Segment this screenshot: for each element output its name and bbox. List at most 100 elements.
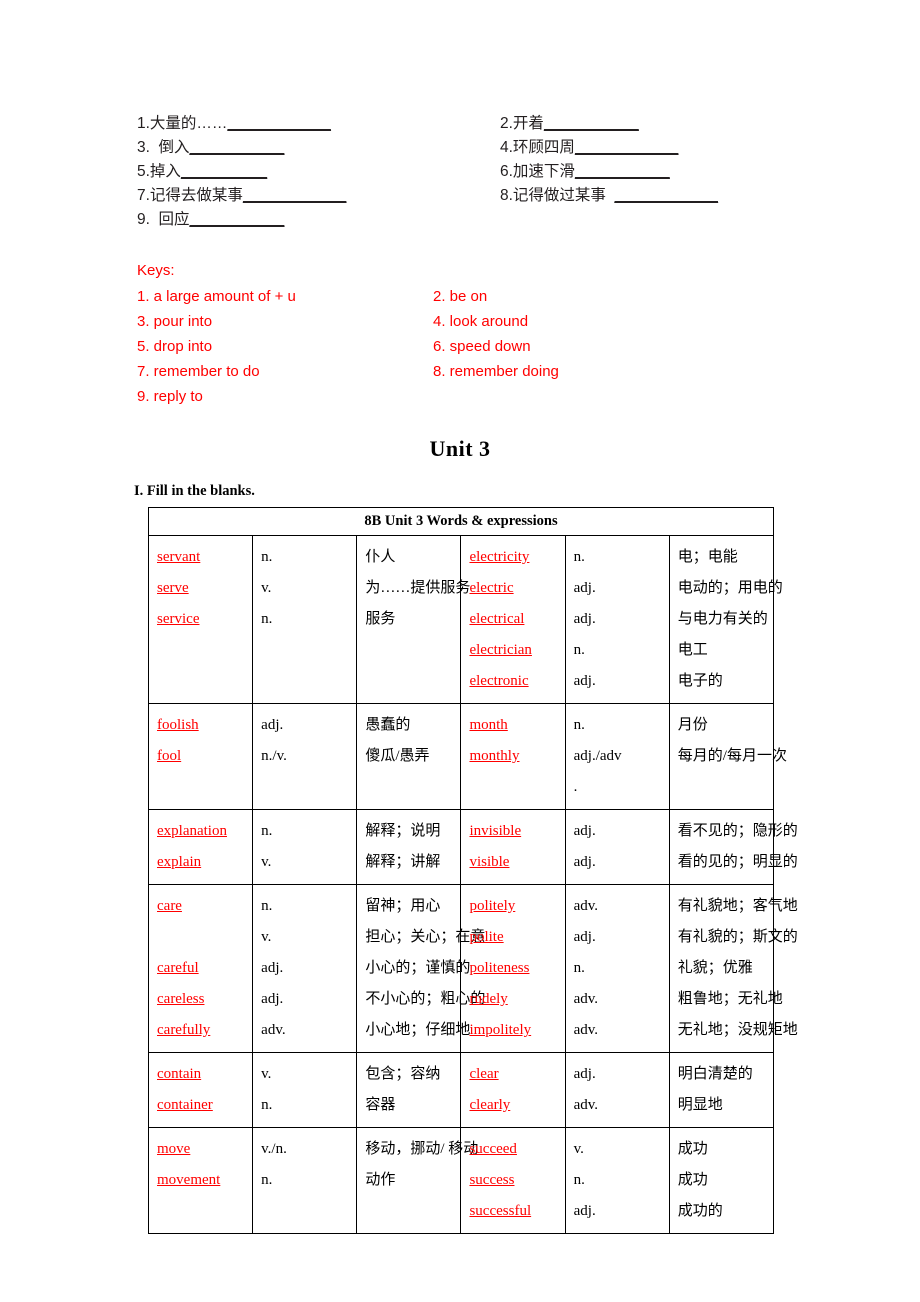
vocab-part-of-speech: v. — [261, 580, 272, 596]
exercise-item-left: 7.记得去做某事____________ — [137, 184, 500, 208]
vocab-part-of-speech: v./n. — [261, 1141, 287, 1157]
vocab-word[interactable]: electrician — [469, 642, 531, 658]
vocab-meaning: 有礼貌的；斯文的 — [677, 929, 798, 945]
vocab-meaning-cell: 电；电能 电动的；用电的 与电力有关的 电工 电子的 — [668, 535, 783, 704]
vocab-word-line: impolitely — [469, 1015, 564, 1046]
vocab-word[interactable]: electric — [469, 580, 513, 596]
vocab-word-line: care — [157, 891, 252, 922]
exercise-row: 1.大量的……____________ 2.开着___________ — [137, 112, 783, 136]
vocab-word[interactable]: electricity — [469, 549, 529, 565]
vocab-part-of-speech: adj. — [573, 611, 596, 627]
vocab-word[interactable]: explanation — [157, 823, 227, 839]
vocab-word[interactable]: movement — [157, 1172, 220, 1188]
vocab-part-of-speech: n. — [261, 611, 273, 627]
exercise-item-left: 1.大量的……____________ — [137, 112, 500, 136]
vocab-word[interactable]: impolitely — [469, 1022, 531, 1038]
vocab-meaning: 包含；容纳 — [365, 1066, 441, 1082]
vocab-pos-cell: adj. adj. — [564, 809, 670, 885]
answer-blank[interactable]: ____________ — [575, 139, 678, 156]
answer-blank[interactable]: __________ — [181, 163, 267, 180]
vocab-word-line: electricity — [469, 542, 564, 573]
vocab-meaning-cell: 有礼貌地；客气地 有礼貌的；斯文的 礼貌；优雅 粗鲁地；无礼地 无礼地；没规矩地 — [668, 884, 798, 1053]
table-row: explanation explain n. v. 解释；说明 解释；讲解 invisibl… — [147, 809, 798, 885]
keys-row: 7. remember to do 8. remember doing — [137, 359, 783, 384]
table-row: contain container v. n. 包含；容纳 容器 clear clearly a… — [147, 1052, 775, 1128]
vocab-word[interactable]: clear — [469, 1066, 498, 1082]
vocab-word[interactable]: service — [157, 611, 199, 627]
vocab-word[interactable]: visible — [469, 854, 509, 870]
vocab-meaning: 礼貌；优雅 — [677, 960, 753, 976]
vocab-word[interactable]: successful — [469, 1203, 531, 1219]
vocab-word-line: month — [469, 710, 564, 741]
vocab-word[interactable]: polite — [469, 929, 503, 945]
vocab-word[interactable]: fool — [157, 748, 181, 764]
vocab-word-line: clear — [469, 1059, 564, 1090]
exercise-row: 7.记得去做某事____________ 8.记得做过某事 ___________… — [137, 184, 783, 208]
vocab-word[interactable]: servant — [157, 549, 200, 565]
answer-blank[interactable]: ____________ — [227, 115, 330, 132]
vocab-part-of-speech: v. — [261, 929, 272, 945]
vocab-word[interactable]: electronic — [469, 673, 528, 689]
answer-blank[interactable]: ___________ — [190, 139, 285, 156]
vocab-word[interactable]: monthly — [469, 748, 519, 764]
table-row: foolish fool adj. n./v. 愚蠢的 傻瓜/愚弄 month monthly… — [147, 703, 787, 810]
exercise-prompt: 4.环顾四周 — [500, 139, 575, 156]
vocab-word-cell: succeed success successful — [460, 1127, 566, 1234]
vocab-word[interactable]: careful — [157, 960, 199, 976]
vocab-meaning: 为……提供服务 — [365, 580, 471, 596]
vocab-part-of-speech: n. — [573, 960, 585, 976]
exercise-item-right: 4.环顾四周____________ — [500, 136, 783, 160]
vocab-word[interactable]: move — [157, 1141, 190, 1157]
vocabulary-table: 8B Unit 3 Words & expressions servant ser… — [147, 507, 798, 1234]
exercise-row: 9. 回应___________ — [137, 208, 783, 232]
vocab-meaning: 明白清楚的 — [677, 1066, 753, 1082]
vocab-part-of-speech: adj. — [573, 1066, 596, 1082]
vocab-part-of-speech: adv. — [261, 1022, 286, 1038]
vocab-word[interactable]: care — [157, 898, 182, 914]
answer-blank[interactable]: ____________ — [243, 187, 346, 204]
vocab-meaning: 小心的；谨慎的 — [365, 960, 471, 976]
vocab-word[interactable]: succeed — [469, 1141, 516, 1157]
vocab-part-of-speech: n. — [573, 717, 585, 733]
vocab-word[interactable]: careless — [157, 991, 204, 1007]
vocab-word-line: visible — [469, 847, 564, 878]
keys-title: Keys: — [137, 262, 175, 279]
vocab-part-of-speech: n. — [261, 1172, 273, 1188]
vocab-word-line: politely — [469, 891, 564, 922]
vocab-word[interactable]: contain — [157, 1066, 201, 1082]
vocab-word[interactable]: success — [469, 1172, 514, 1188]
vocab-word[interactable]: foolish — [157, 717, 199, 733]
answer-blank[interactable]: ___________ — [190, 211, 285, 228]
answer-blank[interactable]: ____________ — [615, 187, 718, 204]
key-answer-right — [433, 384, 729, 409]
vocab-word[interactable]: rudely — [469, 991, 507, 1007]
answer-blank[interactable]: ___________ — [575, 163, 670, 180]
vocab-meaning: 电子的 — [677, 673, 723, 689]
key-answer-right: 8. remember doing — [433, 363, 559, 380]
vocab-word[interactable]: clearly — [469, 1097, 510, 1113]
vocab-word[interactable]: politely — [469, 898, 515, 914]
vocab-word[interactable]: carefully — [157, 1022, 210, 1038]
vocab-meaning-cell: 月份 每月的/每月一次 — [668, 703, 787, 810]
vocab-meaning-cell: 解释；说明 解释；讲解 — [356, 809, 462, 885]
vocab-meaning: 每月的/每月一次 — [677, 748, 787, 764]
exercise-prompt: 1.大量的…… — [137, 115, 228, 132]
vocab-word-line: container — [157, 1090, 252, 1121]
vocab-word-line: move — [157, 1134, 252, 1165]
vocab-word-line: carefully — [157, 1015, 252, 1046]
answer-blank[interactable]: ___________ — [544, 115, 639, 132]
keys-row: 1. a large amount of + u 2. be on — [137, 284, 783, 309]
vocab-word[interactable]: month — [469, 717, 507, 733]
vocab-pos-cell: n. v. adj. adj. adv. — [252, 884, 358, 1053]
vocab-word[interactable]: serve — [157, 580, 189, 596]
vocab-word-cell: contain container — [147, 1052, 254, 1128]
vocab-part-of-speech: n. — [261, 1097, 273, 1113]
table-row: move movement v./n. n. 移动，挪动/ 移动 动作 succeed suc… — [147, 1127, 775, 1234]
vocab-word[interactable]: explain — [157, 854, 201, 870]
vocab-word-line: electric — [469, 573, 564, 604]
exercise-prompt: 3. 倒入 — [137, 139, 190, 156]
vocab-word[interactable]: invisible — [469, 823, 521, 839]
vocab-word[interactable]: politeness — [469, 960, 529, 976]
vocab-word[interactable]: container — [157, 1097, 213, 1113]
vocab-word[interactable]: electrical — [469, 611, 524, 627]
